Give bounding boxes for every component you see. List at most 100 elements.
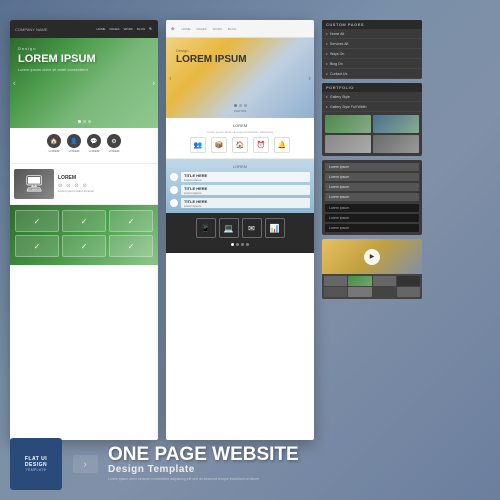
process-text-2: Lorem ipsum <box>184 191 307 195</box>
feature-icon-bell: 🔔 <box>274 137 290 153</box>
nav-left: HOME PAGES WORK BLOG 🔍 <box>96 27 153 31</box>
text-buttons-section: Lorem ipsum Lorem ipsum Lorem ipsum Lore… <box>322 160 422 235</box>
bottom-icon-3: ✉ <box>242 218 262 238</box>
portfolio-thumb-2[interactable] <box>373 115 419 133</box>
flat-ui-badge: FLAT UI DESIGN TEMPLATE <box>10 438 62 490</box>
portfolio-thumb-1[interactable] <box>325 115 371 133</box>
nav-pages: PAGES <box>109 27 119 31</box>
text-btn-dark-2[interactable]: Lorem ipsum <box>325 214 419 222</box>
hero-prev-left[interactable]: ‹ <box>13 79 16 88</box>
icon-user-label: LOREM <box>69 149 80 153</box>
dot-3 <box>88 120 91 123</box>
grid-section: ✓ ✓ ✓ ✓ ✓ ✓ <box>10 205 158 265</box>
process-section: LOREM TITLE HERE Lorem ipsum TITLE HERE … <box>166 159 314 213</box>
grid-row-1: ✓ ✓ ✓ <box>15 210 153 232</box>
process-bar-3: TITLE HERE Lorem ipsum <box>181 198 310 208</box>
home-icon: 🏠 <box>47 134 61 148</box>
settings-icon: ⚙ <box>107 134 121 148</box>
process-dot-3 <box>170 199 178 207</box>
features-text: Lorem ipsum dolor sit amet consectetur a… <box>170 130 310 134</box>
arrow-icon: › <box>73 455 98 473</box>
process-dot-2 <box>170 186 178 194</box>
preview-grid <box>322 274 422 299</box>
grid-item-5: ✓ <box>62 235 106 257</box>
sidebar-item-contact[interactable]: Contact Us <box>322 69 422 79</box>
main-container: COMPANY NAME HOME PAGES WORK BLOG 🔍 Desi… <box>0 0 500 500</box>
arrow-decoration: › <box>70 438 100 490</box>
device-text-content: Lorem ipsum dolor sit amet <box>58 189 154 193</box>
process-item-3: TITLE HERE Lorem ipsum <box>170 198 310 208</box>
text-buttons-rows: Lorem ipsum Lorem ipsum Lorem ipsum Lore… <box>322 160 422 204</box>
icon-home: 🏠 LOREM <box>47 134 61 153</box>
play-button[interactable]: ▶ <box>364 249 380 265</box>
grid-item-3: ✓ <box>109 210 153 232</box>
company-name: COMPANY NAME <box>15 27 48 32</box>
text-btn-1[interactable]: Lorem ipsum <box>325 163 419 171</box>
description-text: Lorem ipsum dolor sit amet consectetur a… <box>108 477 288 482</box>
portfolio-thumb-3[interactable] <box>325 135 371 153</box>
features-icons: 👥 📦 🏠 ⏰ 🔔 <box>170 137 310 153</box>
bottom-icons-row: 📱 💻 ✉ 📊 <box>169 218 311 238</box>
process-dot-1 <box>170 173 178 181</box>
preview-grid-1 <box>324 276 347 286</box>
process-bar-1: TITLE HERE Lorem ipsum <box>181 172 310 182</box>
feature-icon-box: 📦 <box>211 137 227 153</box>
preview-grid-8 <box>397 287 420 297</box>
mockup-header-right: ⬟ HOME PAGES WORK BLOG <box>166 20 314 38</box>
portfolio-thumb-4[interactable] <box>373 135 419 153</box>
flat-badge-sub: TEMPLATE <box>26 468 47 472</box>
preview-grid-6 <box>348 287 371 297</box>
hero-next-left[interactable]: › <box>152 79 155 88</box>
icons-section-left: 🏠 LOREM 👤 LOREM 💬 LOREM ⚙ LOREM <box>10 128 158 163</box>
custom-pages-title: CUSTOM PAGES <box>322 20 422 29</box>
process-text-1: Lorem ipsum <box>184 178 307 182</box>
grid-item-6: ✓ <box>109 235 153 257</box>
custom-pages-section: CUSTOM PAGES Home Alt Services Alt Ways … <box>322 20 422 79</box>
feature-icon-people: 👥 <box>190 137 206 153</box>
nav-right-blog: BLOG <box>228 27 236 31</box>
photos-label: PHOTOS <box>166 109 314 113</box>
right-website-mockup: ⬟ HOME PAGES WORK BLOG Design LOREM IPSU… <box>166 20 314 440</box>
sidebar-item-services-alt[interactable]: Services Alt <box>322 39 422 49</box>
bottom-icons-right: 📱 💻 ✉ 📊 <box>166 213 314 253</box>
dots-right <box>166 102 314 109</box>
hero-next-right[interactable]: › <box>308 74 311 83</box>
portfolio-item-2[interactable]: Gallery Style Full Width <box>322 102 422 112</box>
text-btn-2[interactable]: Lorem ipsum <box>325 173 419 181</box>
text-btn-4[interactable]: Lorem ipsum <box>325 193 419 201</box>
icon-user: 👤 LOREM <box>67 134 81 153</box>
sidebar-item-blog-on[interactable]: Blog On <box>322 59 422 69</box>
process-text-3: Lorem ipsum <box>184 204 307 208</box>
logo-right: ⬟ <box>171 26 174 31</box>
preview-grid-7 <box>373 287 396 297</box>
dot-r3 <box>244 104 247 107</box>
grid-row-2: ✓ ✓ ✓ <box>15 235 153 257</box>
device-image: 🖥 <box>14 169 54 199</box>
text-btn-3[interactable]: Lorem ipsum <box>325 183 419 191</box>
sidebar-item-home-alt[interactable]: Home Alt <box>322 29 422 39</box>
text-btn-dark-3[interactable]: Lorem ipsum <box>325 224 419 232</box>
portfolio-item-1[interactable]: Gallery Style <box>322 92 422 102</box>
grid-item-4: ✓ <box>15 235 59 257</box>
bottom-dot-3 <box>241 243 244 246</box>
dots-left <box>10 118 158 125</box>
main-title-area: ONE PAGE WEBSITE Design Template Lorem i… <box>108 445 299 482</box>
process-item-2: TITLE HERE Lorem ipsum <box>170 185 310 195</box>
text-btn-dark-1[interactable]: Lorem ipsum <box>325 204 419 212</box>
process-items: TITLE HERE Lorem ipsum TITLE HERE Lorem … <box>170 172 310 208</box>
chevron-right-icon: › <box>83 459 86 470</box>
features-section: LOREM Lorem ipsum dolor sit amet consect… <box>166 118 314 158</box>
hero-right: Design LOREM IPSUM PHOTOS ‹ › <box>166 38 314 118</box>
process-title: LOREM <box>170 164 310 169</box>
icons-row: 🏠 LOREM 👤 LOREM 💬 LOREM ⚙ LOREM <box>14 134 154 153</box>
chat-icon: 💬 <box>87 134 101 148</box>
home-icon-r: 🏠 <box>232 137 248 153</box>
hero-title-left: LOREM IPSUM <box>18 53 150 65</box>
hero-title-right: LOREM IPSUM <box>176 54 247 65</box>
dot-1 <box>78 120 81 123</box>
bottom-dots <box>169 241 311 248</box>
hero-prev-right[interactable]: ‹ <box>169 74 172 83</box>
sidebar-item-ways-on[interactable]: Ways On <box>322 49 422 59</box>
right-hero-bottom: PHOTOS <box>166 102 314 113</box>
dot-r2 <box>239 104 242 107</box>
